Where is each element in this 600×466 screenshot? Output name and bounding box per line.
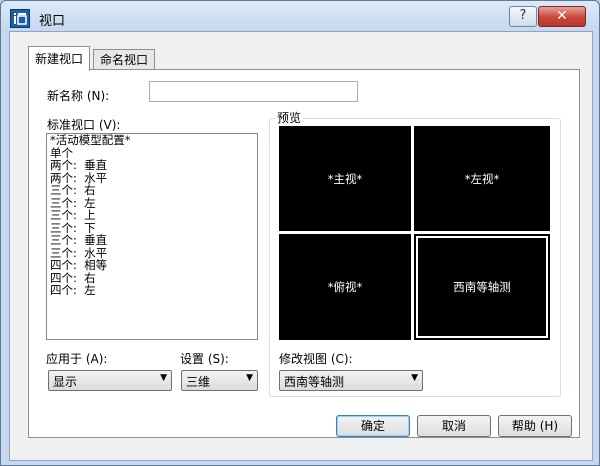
chevron-down-icon: ▼ bbox=[246, 373, 253, 383]
apply-to-select[interactable]: 显示 ▼ bbox=[48, 370, 172, 391]
viewport-left[interactable]: *左视* bbox=[414, 126, 550, 231]
list-item[interactable]: 四个: 相等 bbox=[47, 259, 257, 272]
dialog-client: 新建视口 命名视口 新名称 (N): 标准视口 (V): *活动模型配置* 单个… bbox=[9, 31, 593, 461]
list-item[interactable]: 三个: 垂直 bbox=[47, 234, 257, 247]
viewport-front[interactable]: *主视* bbox=[279, 126, 411, 231]
new-name-input[interactable] bbox=[149, 81, 358, 102]
list-item[interactable]: 两个: 垂直 bbox=[47, 159, 257, 172]
app-logo-icon bbox=[10, 9, 30, 28]
standard-viewports-label: 标准视口 (V): bbox=[47, 118, 121, 132]
window-title: 视口 bbox=[39, 14, 66, 29]
list-item[interactable]: 三个: 右 bbox=[47, 184, 257, 197]
chevron-down-icon: ▼ bbox=[160, 373, 167, 383]
help-title-button[interactable]: ? bbox=[509, 6, 537, 27]
apply-to-value: 显示 bbox=[53, 375, 78, 389]
change-view-label: 修改视图 (C): bbox=[279, 352, 353, 366]
change-view-value: 西南等轴测 bbox=[284, 375, 345, 389]
list-item[interactable]: 三个: 上 bbox=[47, 209, 257, 222]
chevron-down-icon: ▼ bbox=[411, 373, 418, 383]
tab-named-viewports[interactable]: 命名视口 bbox=[93, 49, 156, 70]
change-view-select[interactable]: 西南等轴测 ▼ bbox=[279, 370, 423, 391]
close-button[interactable]: ✕ bbox=[538, 6, 586, 27]
preview-label: 预览 bbox=[275, 109, 304, 126]
cancel-button[interactable]: 取消 bbox=[417, 415, 491, 437]
dialog-window: 视口 ? ✕ 新建视口 命名视口 新名称 (N): 标准视口 (V): *活动模… bbox=[0, 0, 600, 466]
apply-to-label: 应用于 (A): bbox=[46, 352, 108, 366]
list-item[interactable]: 四个: 左 bbox=[47, 284, 257, 297]
list-item[interactable]: *活动模型配置* bbox=[47, 134, 257, 147]
setup-label: 设置 (S): bbox=[180, 352, 229, 366]
viewport-top[interactable]: *俯视* bbox=[279, 234, 411, 340]
close-icon: ✕ bbox=[556, 8, 568, 24]
standard-viewports-list[interactable]: *活动模型配置* 单个 两个: 垂直 两个: 水平 三个: 右 三个: 左 三个… bbox=[46, 133, 258, 340]
setup-select[interactable]: 三维 ▼ bbox=[181, 370, 258, 391]
new-name-label: 新名称 (N): bbox=[47, 89, 110, 103]
help-button[interactable]: 帮助 (H) bbox=[498, 415, 572, 437]
title-bar[interactable]: 视口 ? ✕ bbox=[1, 1, 599, 31]
tab-new-viewports[interactable]: 新建视口 bbox=[28, 46, 91, 71]
ok-button[interactable]: 确定 bbox=[336, 415, 410, 437]
viewport-preview: *主视* *左视* *俯视* 西南等轴测 bbox=[279, 126, 550, 340]
setup-value: 三维 bbox=[186, 375, 211, 389]
viewport-sw-isometric[interactable]: 西南等轴测 bbox=[414, 234, 550, 340]
